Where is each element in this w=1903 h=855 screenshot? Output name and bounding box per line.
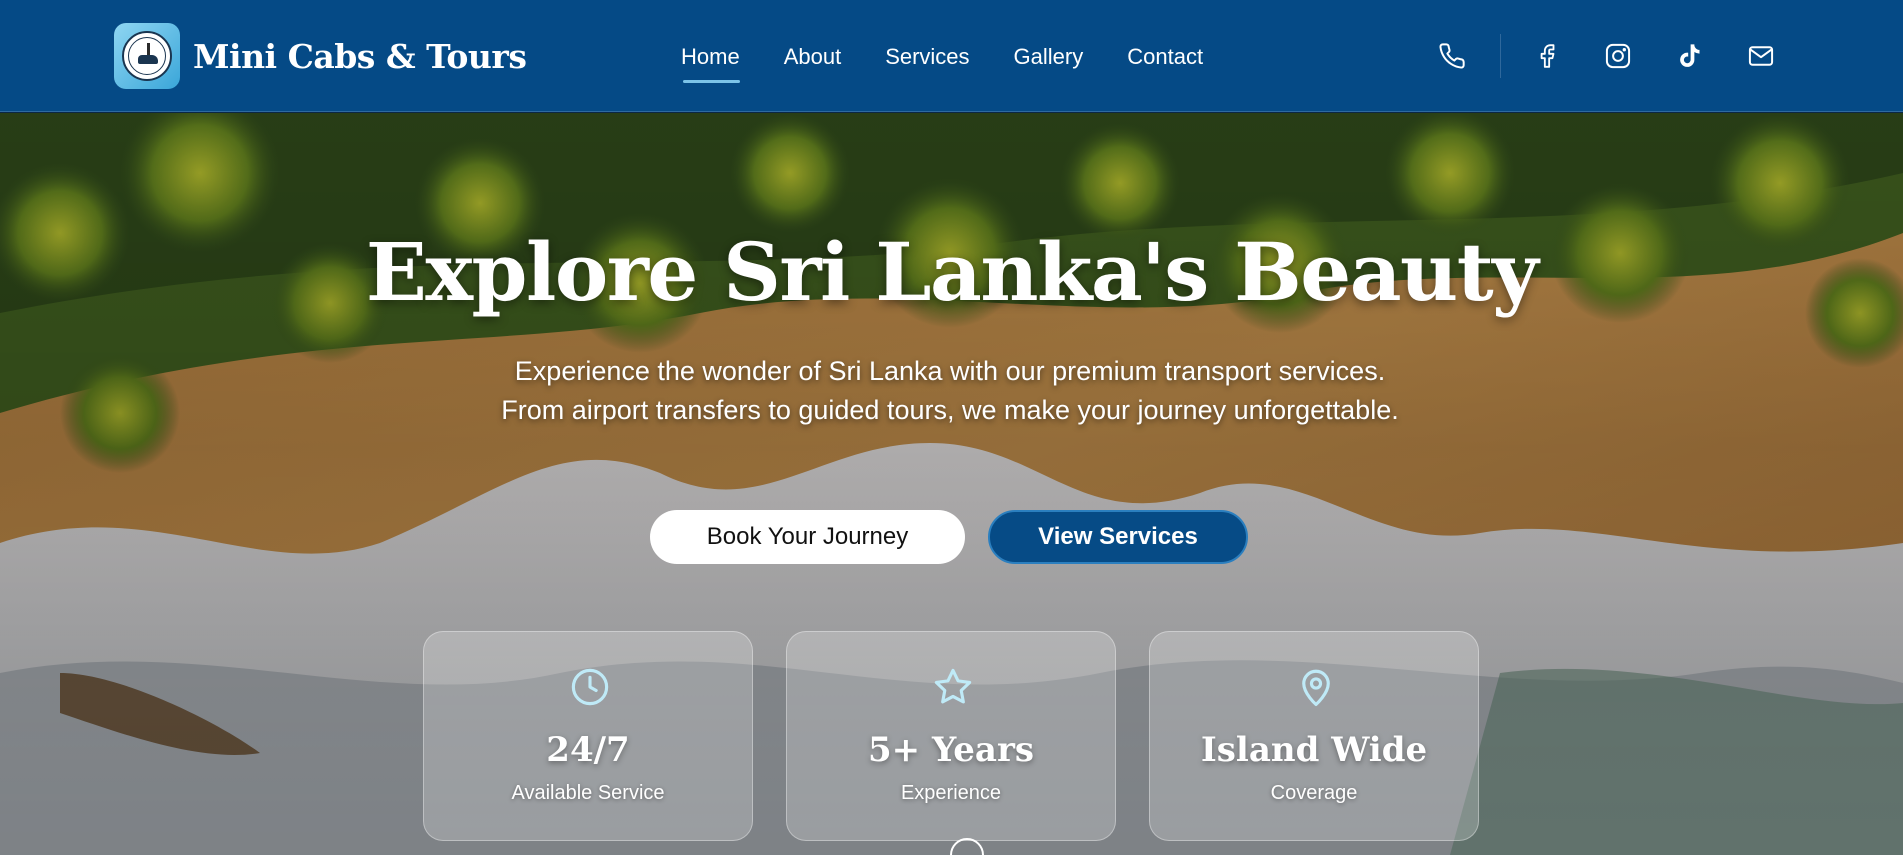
logo-emblem xyxy=(122,31,172,81)
stat-label: Available Service xyxy=(511,782,665,804)
header-divider xyxy=(1500,34,1501,78)
nav-item-gallery[interactable]: Gallery xyxy=(1014,44,1084,70)
map-pin-icon xyxy=(1302,669,1330,707)
nav-item-services[interactable]: Services xyxy=(885,44,969,70)
stat-label: Coverage xyxy=(1270,782,1358,804)
star-icon xyxy=(934,668,972,704)
main-nav: Home About Services Gallery Contact xyxy=(681,44,1247,83)
view-services-button[interactable]: View Services xyxy=(988,510,1248,564)
stat-card-experience: 5+ Years Experience xyxy=(786,631,1116,841)
hero-subtitle: Experience the wonder of Sri Lanka with … xyxy=(501,356,1399,425)
tiktok-icon[interactable] xyxy=(1673,40,1705,72)
facebook-icon[interactable] xyxy=(1531,40,1563,72)
phone-icon[interactable] xyxy=(1436,40,1468,72)
stat-value: 5+ Years xyxy=(867,730,1034,770)
nav-item-about[interactable]: About xyxy=(784,44,842,70)
stat-value: 24/7 xyxy=(546,730,630,770)
stat-value: Island Wide xyxy=(1200,730,1428,770)
hero-title: Explore Sri Lanka's Beauty xyxy=(365,225,1539,319)
mail-icon[interactable] xyxy=(1745,40,1777,72)
book-journey-button[interactable]: Book Your Journey xyxy=(650,510,965,564)
mini-cabs-logo[interactable] xyxy=(114,23,180,89)
stat-card-availability: 24/7 Available Service xyxy=(423,631,753,841)
brand-name[interactable]: Mini Cabs & Tours xyxy=(193,37,527,76)
site-header: Mini Cabs & Tours Home About Services Ga… xyxy=(0,0,1903,112)
nav-item-contact[interactable]: Contact xyxy=(1127,44,1203,70)
stat-card-coverage: Island Wide Coverage xyxy=(1149,631,1479,841)
brand[interactable]: Mini Cabs & Tours xyxy=(114,23,527,89)
stat-label: Experience xyxy=(900,782,1002,804)
nav-item-home[interactable]: Home xyxy=(681,44,740,83)
instagram-icon[interactable] xyxy=(1602,40,1634,72)
clock-icon xyxy=(571,668,609,706)
